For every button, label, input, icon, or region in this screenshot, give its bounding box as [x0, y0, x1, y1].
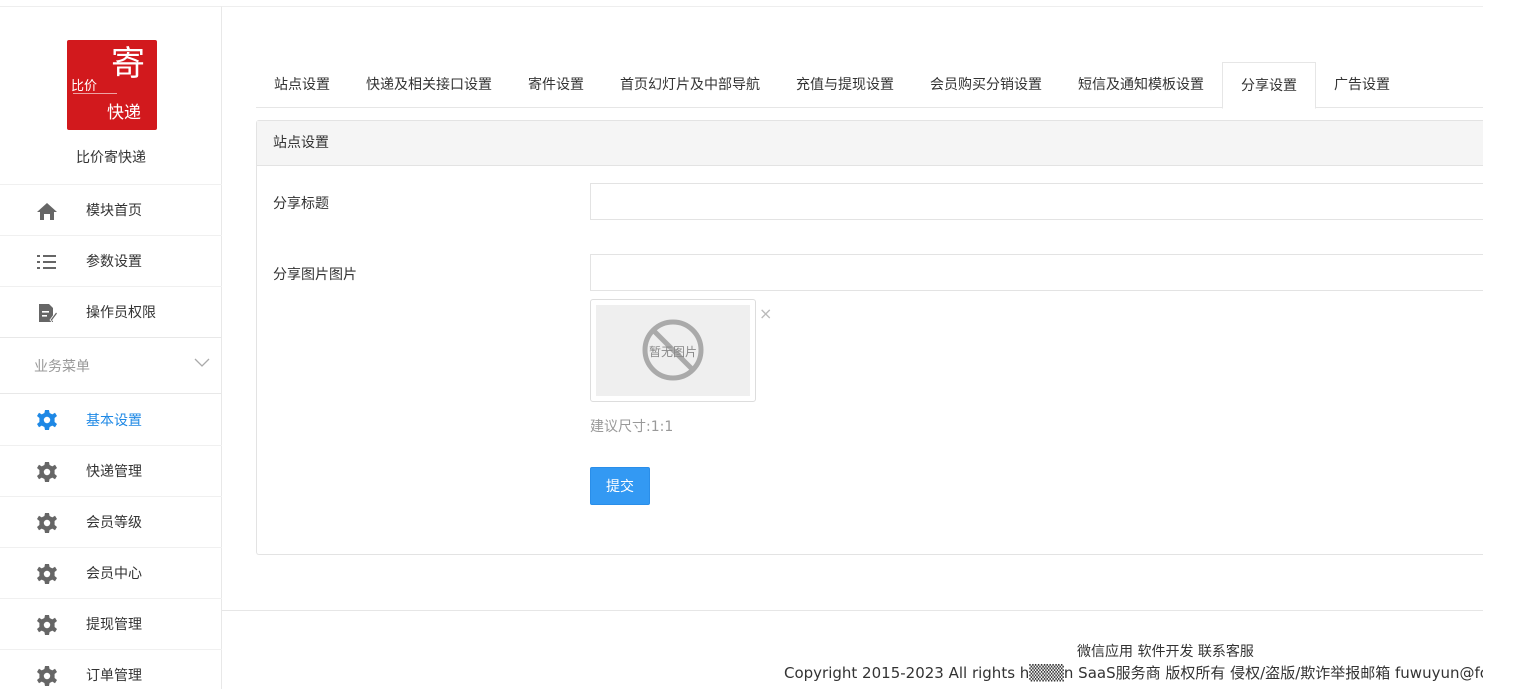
- brand-logo[interactable]: 比价 寄 快递: [67, 40, 157, 130]
- sidebar-item-params[interactable]: 参数设置: [0, 235, 222, 286]
- share-title-input[interactable]: [590, 183, 1484, 220]
- no-image-text: 暂无图片: [648, 345, 697, 359]
- share-title-label: 分享标题: [273, 196, 329, 212]
- tab-member-distribution-settings[interactable]: 会员购买分销设置: [912, 62, 1060, 108]
- sidebar-item-label: 订单管理: [86, 668, 142, 684]
- tab-ad-settings[interactable]: 广告设置: [1316, 62, 1408, 108]
- sidebar-item-operator-permissions[interactable]: 操作员权限: [0, 286, 222, 337]
- sidebar-item-member-center[interactable]: 会员中心: [0, 547, 222, 598]
- sidebar-section-label: 业务菜单: [34, 358, 90, 375]
- sidebar-item-label: 快递管理: [86, 464, 142, 480]
- brand-name: 比价寄快递: [76, 150, 146, 166]
- sidebar-item-label: 参数设置: [86, 254, 142, 270]
- gear-icon: [36, 462, 58, 482]
- close-icon[interactable]: ×: [759, 304, 772, 323]
- image-placeholder: 暂无图片: [596, 305, 750, 396]
- document-edit-icon: [36, 303, 59, 323]
- footer-copyright: Copyright 2015-2023 All rights h▒▒▒n Saa…: [784, 664, 1483, 682]
- logo-text-big: 寄: [111, 44, 145, 84]
- footer-links[interactable]: 微信应用 软件开发 联系客服: [1077, 641, 1254, 661]
- gear-icon: [36, 564, 58, 584]
- settings-tabs: 站点设置 快递及相关接口设置 寄件设置 首页幻灯片及中部导航 充值与提现设置 会…: [256, 62, 1483, 109]
- tab-share-settings[interactable]: 分享设置: [1222, 62, 1316, 109]
- right-edge: [1483, 0, 1527, 689]
- sidebar: 比价 寄 快递 比价寄快递 模块首页 参数设置 操作员权限 业务菜单 基本设置 …: [0, 6, 222, 689]
- gear-icon: [36, 666, 58, 686]
- sidebar-item-label: 基本设置: [86, 412, 142, 429]
- chevron-down-icon[interactable]: [194, 356, 210, 372]
- tab-express-api-settings[interactable]: 快递及相关接口设置: [348, 62, 510, 108]
- tab-sms-template-settings[interactable]: 短信及通知模板设置: [1060, 62, 1222, 108]
- list-icon: [36, 252, 58, 272]
- home-icon: [36, 201, 58, 221]
- gear-icon: [36, 615, 58, 635]
- sidebar-item-label: 会员中心: [86, 566, 142, 582]
- tab-shipping-settings[interactable]: 寄件设置: [510, 62, 602, 108]
- footer-divider: [222, 610, 1483, 611]
- logo-text-small: 比价: [71, 79, 98, 94]
- logo-divider: [73, 93, 117, 94]
- sidebar-item-label: 会员等级: [86, 515, 142, 531]
- panel-title: 站点设置: [257, 121, 1483, 166]
- sidebar-section-business[interactable]: 业务菜单: [0, 337, 222, 394]
- sidebar-item-express-management[interactable]: 快递管理: [0, 445, 222, 496]
- sidebar-item-basic-settings[interactable]: 基本设置: [0, 394, 222, 445]
- gear-icon: [36, 410, 58, 430]
- gear-icon: [36, 513, 58, 533]
- sidebar-item-label: 提现管理: [86, 617, 142, 633]
- sidebar-item-label: 操作员权限: [86, 305, 156, 321]
- logo-text-bottom: 快递: [107, 103, 141, 123]
- settings-panel: 站点设置 分享标题 分享图片图片 暂无图片 × 建议尺寸:1:1 提交: [256, 120, 1484, 555]
- share-image-label: 分享图片图片: [273, 267, 357, 283]
- page: 比价 寄 快递 比价寄快递 模块首页 参数设置 操作员权限 业务菜单 基本设置 …: [0, 0, 1527, 689]
- sidebar-item-member-levels[interactable]: 会员等级: [0, 496, 222, 547]
- tab-recharge-withdraw-settings[interactable]: 充值与提现设置: [778, 62, 912, 108]
- share-image-input[interactable]: [590, 254, 1484, 291]
- sidebar-top-nav: 模块首页 参数设置 操作员权限 业务菜单 基本设置 快递管理 会员等级 会员中心…: [0, 184, 222, 689]
- sidebar-item-withdrawal-management[interactable]: 提现管理: [0, 598, 222, 649]
- image-preview[interactable]: 暂无图片: [590, 299, 756, 402]
- tab-home-slides-nav[interactable]: 首页幻灯片及中部导航: [602, 62, 778, 108]
- sidebar-item-label: 模块首页: [86, 203, 142, 219]
- sidebar-item-module-home[interactable]: 模块首页: [0, 184, 222, 235]
- sidebar-item-order-management[interactable]: 订单管理: [0, 649, 222, 689]
- tab-site-settings[interactable]: 站点设置: [256, 62, 348, 108]
- size-hint: 建议尺寸:1:1: [590, 419, 674, 435]
- submit-button[interactable]: 提交: [590, 467, 650, 505]
- main-content: 站点设置 快递及相关接口设置 寄件设置 首页幻灯片及中部导航 充值与提现设置 会…: [222, 6, 1484, 689]
